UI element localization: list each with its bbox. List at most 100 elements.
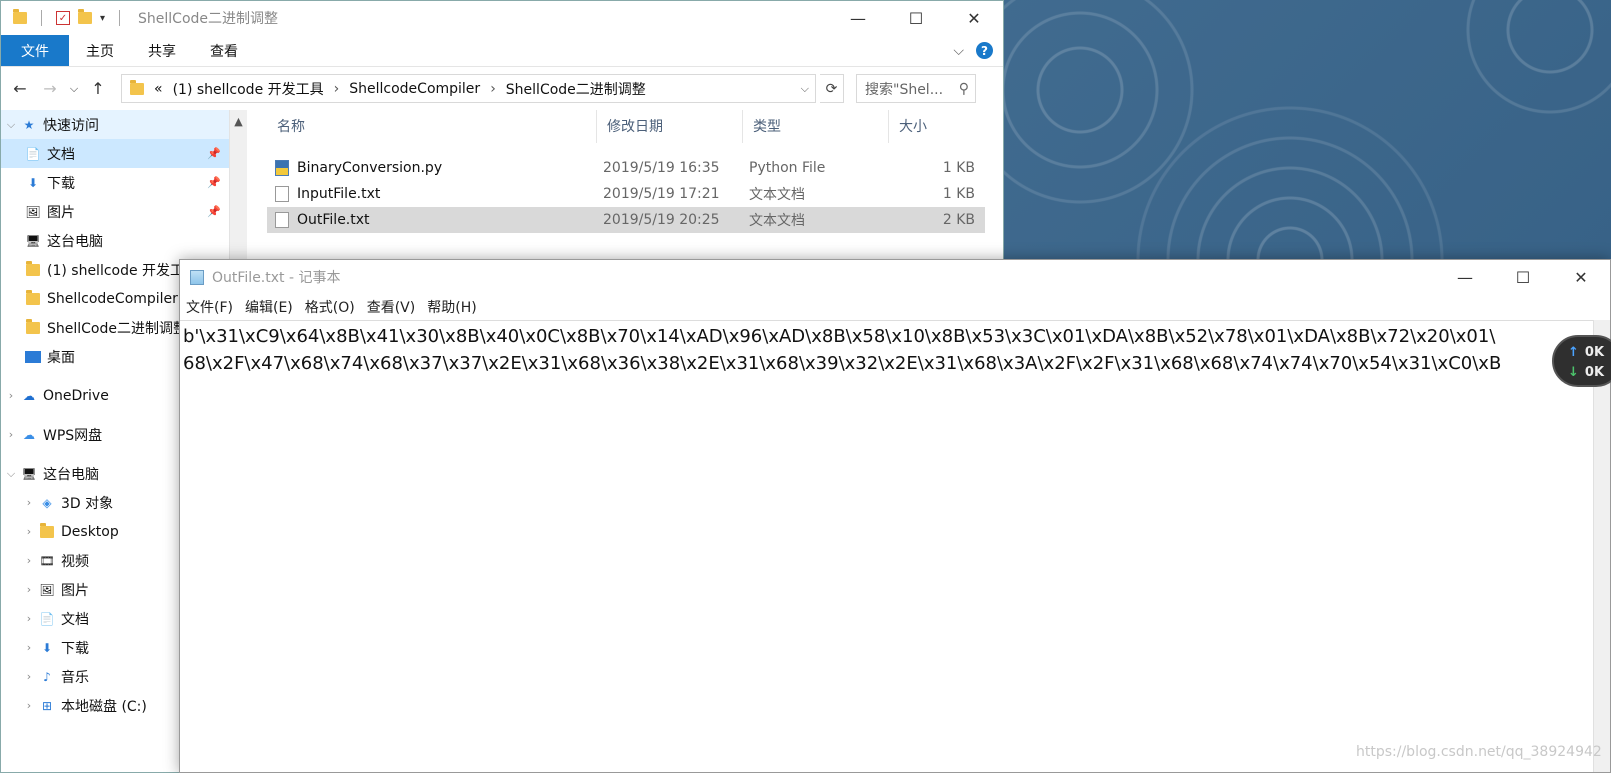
nav-label: Desktop (61, 523, 119, 540)
tab-share[interactable]: 共享 (131, 35, 193, 66)
file-row[interactable]: OutFile.txt 2019/5/19 20:25 文本文档 2 KB (267, 207, 985, 233)
chevron-right-icon[interactable]: › (1, 428, 21, 441)
back-button[interactable]: ← (7, 79, 33, 98)
chevron-down-icon[interactable]: ⌵ (1, 467, 21, 481)
up-button[interactable]: ↑ (85, 79, 111, 98)
nav-label: 下载 (61, 640, 89, 657)
help-icon[interactable]: ? (976, 42, 993, 59)
python-file-icon (275, 160, 289, 176)
nav-documents[interactable]: 📄 文档 📌 (1, 139, 229, 168)
chevron-right-icon[interactable]: › (19, 583, 39, 596)
expand-ribbon-icon[interactable]: ⌵ (953, 43, 964, 59)
recent-locations-button[interactable]: ⌵ (67, 82, 81, 96)
network-speed-widget[interactable]: ↑ 0K ↓ 0K (1552, 335, 1611, 387)
chevron-right-icon[interactable]: › (19, 554, 39, 567)
download-arrow-icon: ↓ (1568, 365, 1579, 380)
maximize-button[interactable]: ☐ (887, 1, 945, 35)
search-placeholder: 搜索"Shel... (865, 81, 944, 98)
nav-quick-access[interactable]: ⌵ ★ 快速访问 (1, 110, 229, 139)
chevron-right-icon[interactable]: › (19, 699, 39, 712)
nav-label: 文档 (61, 611, 89, 628)
nav-label: 下载 (47, 175, 75, 192)
documents-icon: 📄 (39, 611, 55, 626)
tab-file[interactable]: 文件 (1, 35, 69, 66)
menu-view[interactable]: 查看(V) (361, 297, 422, 317)
pin-icon[interactable]: 📌 (207, 205, 221, 218)
col-size[interactable]: 大小 (889, 110, 985, 143)
upload-arrow-icon: ↑ (1568, 345, 1579, 360)
forward-button[interactable]: → (37, 79, 63, 98)
file-row[interactable]: BinaryConversion.py 2019/5/19 16:35 Pyth… (267, 155, 985, 181)
properties-icon[interactable]: ✓ (56, 11, 70, 25)
chevron-right-icon[interactable]: › (19, 525, 39, 538)
notepad-scrollbar[interactable] (1593, 320, 1610, 772)
menu-format[interactable]: 格式(O) (299, 297, 361, 317)
nav-label: 图片 (47, 204, 75, 221)
tab-view[interactable]: 查看 (193, 35, 255, 66)
path-overflow[interactable]: « (154, 81, 163, 97)
search-icon: ⚲ (958, 80, 969, 97)
nav-label: 视频 (61, 553, 89, 570)
tab-home[interactable]: 主页 (69, 35, 131, 66)
col-date[interactable]: 修改日期 (597, 109, 743, 143)
breadcrumb-item[interactable]: (1) shellcode 开发工具 (173, 79, 324, 99)
menu-file[interactable]: 文件(F) (180, 297, 239, 317)
pin-icon[interactable]: 📌 (207, 176, 221, 189)
pin-icon[interactable]: 📌 (207, 147, 221, 160)
folder-icon (26, 289, 40, 305)
folder-icon (26, 260, 40, 276)
watermark: https://blog.csdn.net/qq_38924942 (1356, 744, 1602, 760)
search-input[interactable]: 搜索"Shel... ⚲ (856, 74, 976, 103)
col-name[interactable]: 名称 (267, 109, 597, 143)
chevron-right-icon[interactable]: › (19, 641, 39, 654)
breadcrumb-item[interactable]: ShellCode二进制调整 (506, 79, 646, 99)
nav-pictures[interactable]: 🖼 图片 📌 (1, 197, 229, 226)
chevron-right-icon[interactable]: › (19, 612, 39, 625)
text-line: b'\x31\xC9\x64\x8B\x41\x30\x8B\x40\x0C\x… (183, 326, 1496, 347)
chevron-down-icon[interactable]: ⌵ (801, 82, 809, 96)
cube-icon: ◈ (42, 495, 52, 510)
download-speed: 0K (1584, 365, 1605, 380)
notepad-icon (190, 269, 204, 285)
notepad-text-area[interactable]: b'\x31\xC9\x64\x8B\x41\x30\x8B\x40\x0C\x… (180, 320, 1610, 772)
nav-label: (1) shellcode 开发工具 (47, 262, 199, 279)
minimize-button[interactable]: — (829, 1, 887, 35)
file-row[interactable]: InputFile.txt 2019/5/19 17:21 文本文档 1 KB (267, 181, 985, 207)
address-path[interactable]: « (1) shellcode 开发工具 › ShellcodeCompiler… (121, 74, 816, 103)
new-folder-icon[interactable] (78, 9, 92, 24)
nav-downloads[interactable]: ⬇ 下载 📌 (1, 168, 229, 197)
text-file-icon (275, 212, 289, 228)
nav-label: WPS网盘 (43, 427, 103, 444)
file-date: 2019/5/19 16:35 (603, 160, 720, 176)
desktop-icon (25, 349, 41, 365)
minimize-button[interactable]: — (1436, 260, 1494, 294)
nav-this-pc-quick[interactable]: 🖥 这台电脑 (1, 226, 229, 255)
address-bar-row: ← → ⌵ ↑ « (1) shellcode 开发工具 › Shellcode… (1, 66, 1003, 110)
chevron-right-icon[interactable]: › (19, 670, 39, 683)
nav-label: 桌面 (47, 349, 75, 366)
refresh-button[interactable]: ⟳ (820, 74, 844, 103)
close-button[interactable]: ✕ (945, 1, 1003, 35)
computer-icon: 🖥 (25, 233, 41, 248)
menu-help[interactable]: 帮助(H) (421, 297, 482, 317)
notepad-title: OutFile.txt - 记事本 (212, 270, 341, 286)
maximize-button[interactable]: ☐ (1494, 260, 1552, 294)
download-icon: ⬇ (41, 640, 53, 655)
cloud-icon: ☁ (23, 388, 35, 403)
nav-label: 音乐 (61, 669, 89, 686)
chevron-right-icon[interactable]: › (19, 496, 39, 509)
customize-toolbar-icon[interactable]: ▾ (100, 13, 105, 24)
col-type[interactable]: 类型 (743, 109, 889, 143)
nav-label: 本地磁盘 (C:) (61, 698, 147, 715)
chevron-down-icon[interactable]: ⌵ (1, 118, 21, 132)
chevron-right-icon[interactable]: › (490, 81, 496, 97)
nav-label: 这台电脑 (47, 233, 103, 250)
breadcrumb-item[interactable]: ShellcodeCompiler (349, 81, 480, 97)
folder-icon (40, 522, 54, 538)
file-name: OutFile.txt (297, 212, 370, 228)
chevron-right-icon[interactable]: › (334, 81, 340, 97)
menu-edit[interactable]: 编辑(E) (239, 297, 299, 317)
scroll-up-icon[interactable]: ▲ (230, 110, 247, 132)
chevron-right-icon[interactable]: › (1, 389, 21, 402)
close-button[interactable]: ✕ (1552, 260, 1610, 294)
